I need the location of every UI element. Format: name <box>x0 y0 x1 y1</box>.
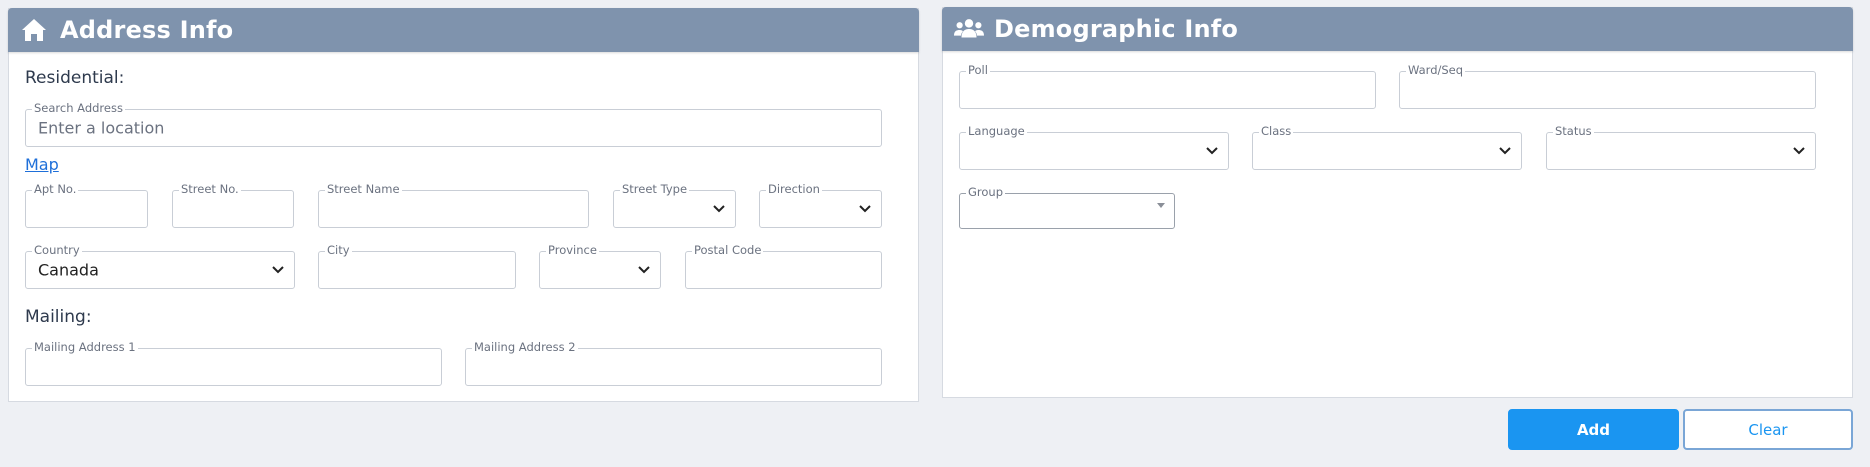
clear-button[interactable]: Clear <box>1683 409 1853 450</box>
street-type-label: Street Type <box>620 182 690 196</box>
chevron-down-icon <box>1206 147 1218 155</box>
poll-input[interactable]: Poll <box>959 63 1376 109</box>
status-label: Status <box>1553 124 1594 138</box>
map-link[interactable]: Map <box>25 155 59 174</box>
postal-code-input[interactable]: Postal Code <box>685 243 882 289</box>
apt-no-input[interactable]: Apt No. <box>25 182 148 228</box>
users-icon <box>954 14 984 44</box>
city-label: City <box>325 243 352 257</box>
street-name-input[interactable]: Street Name <box>318 182 589 228</box>
country-label: Country <box>32 243 82 257</box>
home-icon <box>20 15 50 45</box>
chevron-down-icon <box>1793 147 1805 155</box>
group-label: Group <box>966 185 1006 199</box>
city-input[interactable]: City <box>318 243 516 289</box>
mailing-address-2-label: Mailing Address 2 <box>472 340 578 354</box>
province-select[interactable]: Province <box>539 243 661 289</box>
class-select[interactable]: Class <box>1252 124 1522 170</box>
search-address-placeholder: Enter a location <box>38 118 165 138</box>
postal-code-label: Postal Code <box>692 243 764 257</box>
address-info-title: Address Info <box>60 16 234 44</box>
apt-no-label: Apt No. <box>32 182 79 196</box>
demographic-info-panel: Demographic Info Poll Ward/Seq Language … <box>942 7 1853 398</box>
address-info-header: Address Info <box>8 8 919 52</box>
address-info-panel: Address Info Residential: Search Address… <box>8 8 919 402</box>
ward-seq-label: Ward/Seq <box>1406 63 1466 77</box>
direction-select[interactable]: Direction <box>759 182 882 228</box>
mailing-address-2-input[interactable]: Mailing Address 2 <box>465 340 882 386</box>
chevron-down-icon <box>1499 147 1511 155</box>
class-label: Class <box>1259 124 1294 138</box>
street-type-select[interactable]: Street Type <box>613 182 736 228</box>
country-select[interactable]: Country Canada <box>25 243 295 289</box>
caret-down-icon <box>1157 203 1165 208</box>
ward-seq-input[interactable]: Ward/Seq <box>1399 63 1816 109</box>
direction-label: Direction <box>766 182 822 196</box>
chevron-down-icon <box>859 205 871 213</box>
province-label: Province <box>546 243 599 257</box>
chevron-down-icon <box>272 266 284 274</box>
language-select[interactable]: Language <box>959 124 1229 170</box>
search-address-input[interactable]: Search Address Enter a location <box>25 101 882 147</box>
street-name-label: Street Name <box>325 182 402 196</box>
mailing-label: Mailing: <box>25 307 92 327</box>
demographic-info-header: Demographic Info <box>942 7 1853 51</box>
mailing-address-1-label: Mailing Address 1 <box>32 340 138 354</box>
chevron-down-icon <box>713 205 725 213</box>
search-address-label: Search Address <box>32 101 125 115</box>
mailing-address-1-input[interactable]: Mailing Address 1 <box>25 340 442 386</box>
demographic-info-title: Demographic Info <box>994 15 1239 43</box>
poll-label: Poll <box>966 63 990 77</box>
street-no-input[interactable]: Street No. <box>172 182 294 228</box>
add-button[interactable]: Add <box>1508 409 1679 450</box>
chevron-down-icon <box>638 266 650 274</box>
street-no-label: Street No. <box>179 182 241 196</box>
residential-label: Residential: <box>25 68 125 88</box>
language-label: Language <box>966 124 1027 138</box>
country-value: Canada <box>38 260 99 280</box>
status-select[interactable]: Status <box>1546 124 1816 170</box>
group-select[interactable]: Group <box>959 185 1175 229</box>
